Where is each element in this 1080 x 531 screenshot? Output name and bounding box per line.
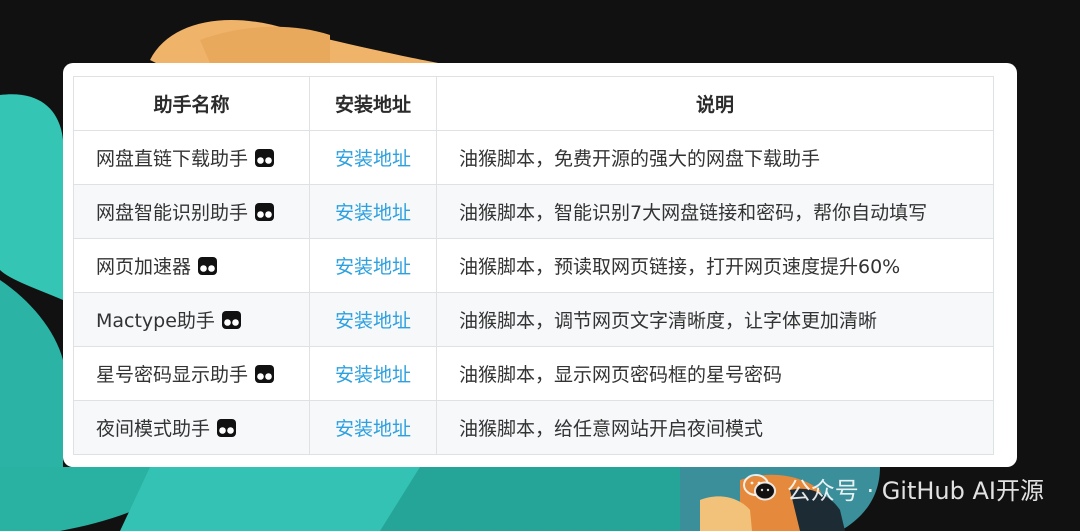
script-name: 网页加速器 [96,256,192,278]
tampermonkey-icon [217,419,237,437]
script-name: 网盘智能识别助手 [96,202,249,224]
tampermonkey-icon [255,203,275,221]
table-row: 网盘智能识别助手 安装地址 油猴脚本，智能识别7大网盘链接和密码，帮你自动填写 [73,184,994,239]
table-row: 网页加速器 安装地址 油猴脚本，预读取网页链接，打开网页速度提升60% [73,238,994,293]
install-link-cell: 安装地址 [309,346,437,401]
install-link[interactable]: 安装地址 [335,148,411,170]
script-name-cell: 星号密码显示助手 [73,346,310,401]
table-row: 网盘直链下载助手 安装地址 油猴脚本，免费开源的强大的网盘下载助手 [73,130,994,185]
tampermonkey-icon [255,365,275,383]
install-link[interactable]: 安装地址 [335,364,411,386]
watermark-text: 公众号 · GitHub AI开源 [786,476,1044,505]
watermark: 公众号 · GitHub AI开源 [742,470,1044,506]
tampermonkey-icon [221,311,241,329]
script-name: 网盘直链下载助手 [96,148,249,170]
script-name: 星号密码显示助手 [96,364,249,386]
table-row: Mactype助手 安装地址 油猴脚本，调节网页文字清晰度，让字体更加清晰 [73,292,994,347]
install-link[interactable]: 安装地址 [335,256,411,278]
tampermonkey-icon [255,149,275,167]
description-cell: 油猴脚本，给任意网站开启夜间模式 [436,400,994,455]
install-link-cell: 安装地址 [309,292,437,347]
scripts-table: 助手名称 安装地址 说明 网盘直链下载助手 安装地址 油猴脚本，免费开源的强大的… [73,76,994,455]
script-name-cell: 网盘直链下载助手 [73,130,310,185]
install-link[interactable]: 安装地址 [335,202,411,224]
column-header-install: 安装地址 [309,76,437,131]
description-cell: 油猴脚本，显示网页密码框的星号密码 [436,346,994,401]
description-cell: 油猴脚本，调节网页文字清晰度，让字体更加清晰 [436,292,994,347]
description-cell: 油猴脚本，智能识别7大网盘链接和密码，帮你自动填写 [436,184,994,239]
script-name: 夜间模式助手 [96,418,211,440]
scripts-table-card: 助手名称 安装地址 说明 网盘直链下载助手 安装地址 油猴脚本，免费开源的强大的… [63,63,1017,467]
column-header-name: 助手名称 [73,76,310,131]
table-row: 星号密码显示助手 安装地址 油猴脚本，显示网页密码框的星号密码 [73,346,994,401]
script-name: Mactype助手 [96,310,215,332]
install-link[interactable]: 安装地址 [335,418,411,440]
install-link-cell: 安装地址 [309,400,437,455]
install-link[interactable]: 安装地址 [335,310,411,332]
description-cell: 油猴脚本，免费开源的强大的网盘下载助手 [436,130,994,185]
script-name-cell: 网页加速器 [73,238,310,293]
install-link-cell: 安装地址 [309,184,437,239]
table-header-row: 助手名称 安装地址 说明 [73,76,994,131]
script-name-cell: Mactype助手 [73,292,310,347]
tampermonkey-icon [198,257,218,275]
wechat-icon [742,474,776,501]
table-row: 夜间模式助手 安装地址 油猴脚本，给任意网站开启夜间模式 [73,400,994,455]
install-link-cell: 安装地址 [309,238,437,293]
description-cell: 油猴脚本，预读取网页链接，打开网页速度提升60% [436,238,994,293]
script-name-cell: 网盘智能识别助手 [73,184,310,239]
script-name-cell: 夜间模式助手 [73,400,310,455]
install-link-cell: 安装地址 [309,130,437,185]
column-header-description: 说明 [436,76,994,131]
